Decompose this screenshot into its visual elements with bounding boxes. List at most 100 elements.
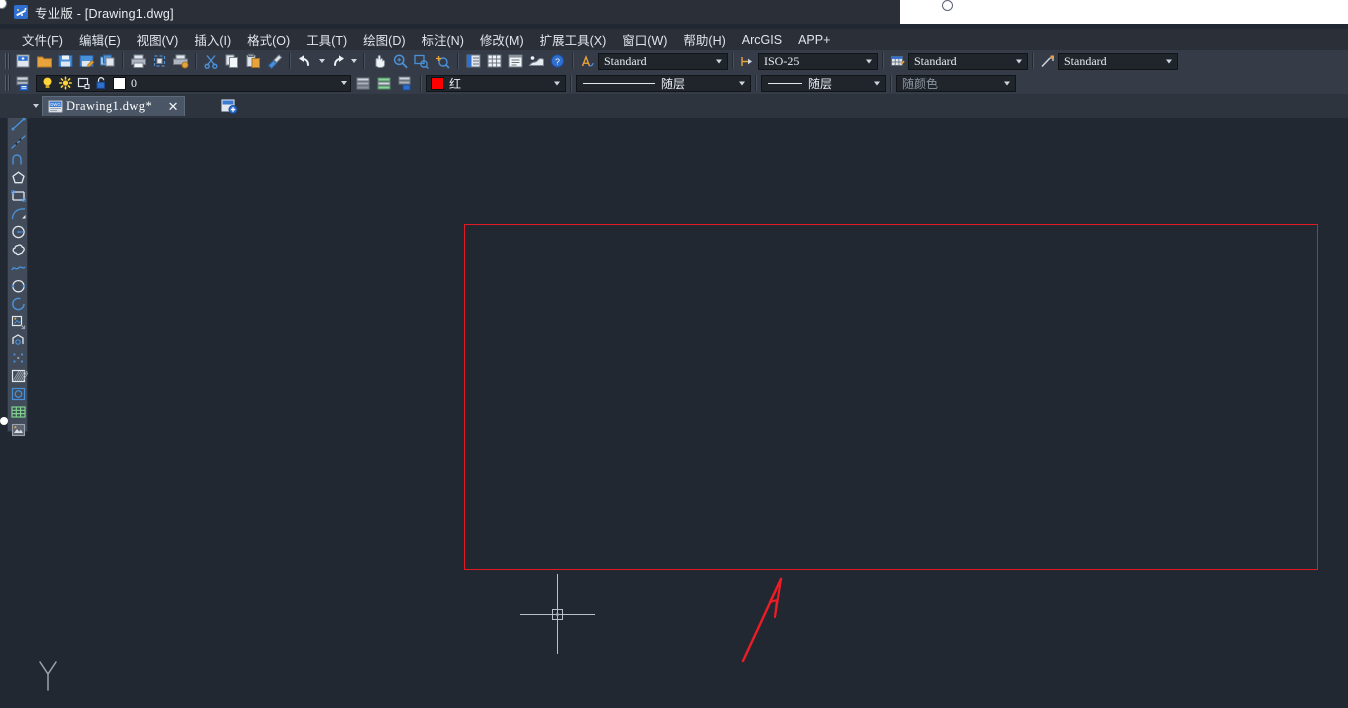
plot-preview-button[interactable] — [150, 52, 169, 70]
undo-button[interactable] — [296, 52, 315, 70]
polyline-tool[interactable] — [9, 151, 28, 169]
table-style-combo[interactable]: Standard — [908, 52, 1028, 70]
menu-arcgis[interactable]: ArcGIS — [734, 31, 790, 49]
zoom-realtime-button[interactable] — [391, 52, 410, 70]
menu-window[interactable]: 窗口(W) — [614, 28, 675, 51]
title-bar: 专业版 - [Drawing1.dwg] — [0, 0, 1348, 24]
rectangle-tool[interactable] — [9, 187, 28, 205]
text-style-combo-arrow[interactable] — [713, 55, 725, 68]
dimension-style-combo-arrow[interactable] — [863, 55, 875, 68]
text-style-combo[interactable]: Standard — [598, 52, 728, 70]
polygon-tool[interactable] — [9, 169, 28, 187]
gradient-tool[interactable] — [9, 385, 28, 403]
close-icon[interactable]: ✕ — [166, 100, 180, 114]
menu-express-tools[interactable]: 扩展工具(X) — [532, 28, 615, 51]
dimension-style-icon[interactable] — [740, 54, 755, 69]
match-properties-button[interactable] — [265, 52, 284, 70]
lineweight-combo[interactable]: 随层 — [761, 74, 886, 92]
zoom-window-button[interactable] — [412, 52, 431, 70]
hatch-tool[interactable] — [9, 367, 30, 385]
multileader-style-combo-arrow[interactable] — [1163, 55, 1175, 68]
layer-states-button[interactable] — [396, 74, 415, 92]
menu-tools[interactable]: 工具(T) — [298, 28, 355, 51]
ellipse-tool[interactable] — [9, 277, 28, 295]
revision-cloud-tool[interactable] — [9, 241, 28, 259]
redo-button-dropdown[interactable] — [348, 52, 359, 70]
ellipse-arc-tool[interactable] — [9, 295, 28, 313]
save-as-button[interactable] — [77, 52, 96, 70]
undo-button-dropdown[interactable] — [316, 52, 327, 70]
export-button[interactable] — [98, 52, 117, 70]
layer-control-combo[interactable]: 0 — [36, 74, 351, 92]
menu-draw[interactable]: 绘图(D) — [355, 28, 413, 51]
table-tool[interactable] — [9, 403, 28, 421]
color-combo-arrow[interactable] — [551, 77, 563, 90]
spline-tool[interactable] — [9, 259, 28, 277]
text-style-icon[interactable] — [580, 54, 595, 69]
circle-tool[interactable] — [9, 223, 28, 241]
rectangle-entity[interactable] — [464, 224, 1318, 570]
redo-button[interactable] — [328, 52, 347, 70]
dimension-style-combo[interactable]: ISO-25 — [758, 52, 878, 70]
table-style-combo-arrow[interactable] — [1013, 55, 1025, 68]
lightbulb-on-icon[interactable] — [40, 76, 55, 90]
tool-palettes-button[interactable] — [506, 52, 525, 70]
object-color-combo[interactable]: 红 — [426, 74, 566, 92]
toolbar-separator — [1032, 53, 1034, 69]
menu-insert[interactable]: 插入(I) — [186, 28, 239, 51]
drawing-canvas[interactable] — [0, 118, 1348, 708]
menu-format[interactable]: 格式(O) — [239, 28, 298, 51]
menu-edit[interactable]: 编辑(E) — [71, 28, 129, 51]
insert-block-tool[interactable] — [9, 313, 28, 331]
copy-button[interactable] — [223, 52, 242, 70]
toolbar-grip[interactable] — [3, 52, 12, 70]
layer-previous-button[interactable] — [375, 74, 394, 92]
save-button[interactable] — [56, 52, 75, 70]
new-drawing-tab-button[interactable] — [220, 98, 238, 114]
multileader-style-combo[interactable]: Standard — [1058, 52, 1178, 70]
tool-palettes-icon — [508, 54, 523, 68]
menu-app-plus[interactable]: APP+ — [790, 31, 838, 49]
plot-settings-button[interactable] — [171, 52, 190, 70]
make-block-tool[interactable] — [9, 331, 28, 349]
menu-modify[interactable]: 修改(M) — [472, 28, 532, 51]
make-object-layer-current-button[interactable] — [354, 74, 373, 92]
paste-button[interactable] — [244, 52, 263, 70]
menu-dimension[interactable]: 标注(N) — [414, 28, 472, 51]
multileader-style-icon[interactable] — [1040, 54, 1055, 69]
construction-line-tool[interactable] — [9, 133, 28, 151]
layer-combo-arrow[interactable] — [341, 81, 347, 85]
table-style-icon[interactable] — [890, 54, 905, 69]
help-button[interactable]: ? — [548, 52, 567, 70]
linetype-combo[interactable]: 随层 — [576, 74, 751, 92]
layer-toolbar-grip[interactable] — [3, 74, 12, 92]
menu-file[interactable]: 文件(F) — [14, 28, 71, 51]
document-tab[interactable]: DWG Drawing1.dwg* ✕ — [42, 96, 186, 116]
menu-bar: 文件(F) 编辑(E) 视图(V) 插入(I) 格式(O) 工具(T) 绘图(D) 标注(N)… — [0, 29, 1348, 50]
cut-button[interactable] — [202, 52, 221, 70]
sun-thaw-icon[interactable] — [58, 76, 73, 90]
plot-button[interactable] — [129, 52, 148, 70]
layer-color-swatch[interactable] — [113, 76, 126, 90]
zoom-previous-button[interactable] — [433, 52, 452, 70]
freeze-viewport-icon[interactable] — [76, 76, 91, 90]
lineweight-combo-arrow[interactable] — [871, 77, 883, 90]
unlocked-padlock-icon[interactable] — [94, 76, 109, 90]
menu-view[interactable]: 视图(V) — [129, 28, 187, 51]
plot-style-combo[interactable]: 随颜色 — [896, 74, 1016, 92]
new-button[interactable] — [14, 52, 33, 70]
plot-style-combo-arrow[interactable] — [1001, 77, 1013, 90]
properties-button[interactable] — [464, 52, 483, 70]
arc-tool[interactable] — [9, 205, 28, 223]
open-button[interactable] — [35, 52, 54, 70]
point-tool[interactable] — [9, 349, 28, 367]
pan-button[interactable] — [370, 52, 389, 70]
line-tool[interactable] — [9, 118, 28, 133]
menu-help[interactable]: 帮助(H) — [675, 28, 733, 51]
design-center-button[interactable] — [485, 52, 504, 70]
render-button[interactable] — [527, 52, 546, 70]
tab-scroll-down-button[interactable] — [30, 97, 42, 115]
layer-properties-manager-button[interactable] — [14, 74, 33, 92]
region-tool[interactable] — [9, 421, 28, 439]
linetype-combo-arrow[interactable] — [736, 77, 748, 90]
